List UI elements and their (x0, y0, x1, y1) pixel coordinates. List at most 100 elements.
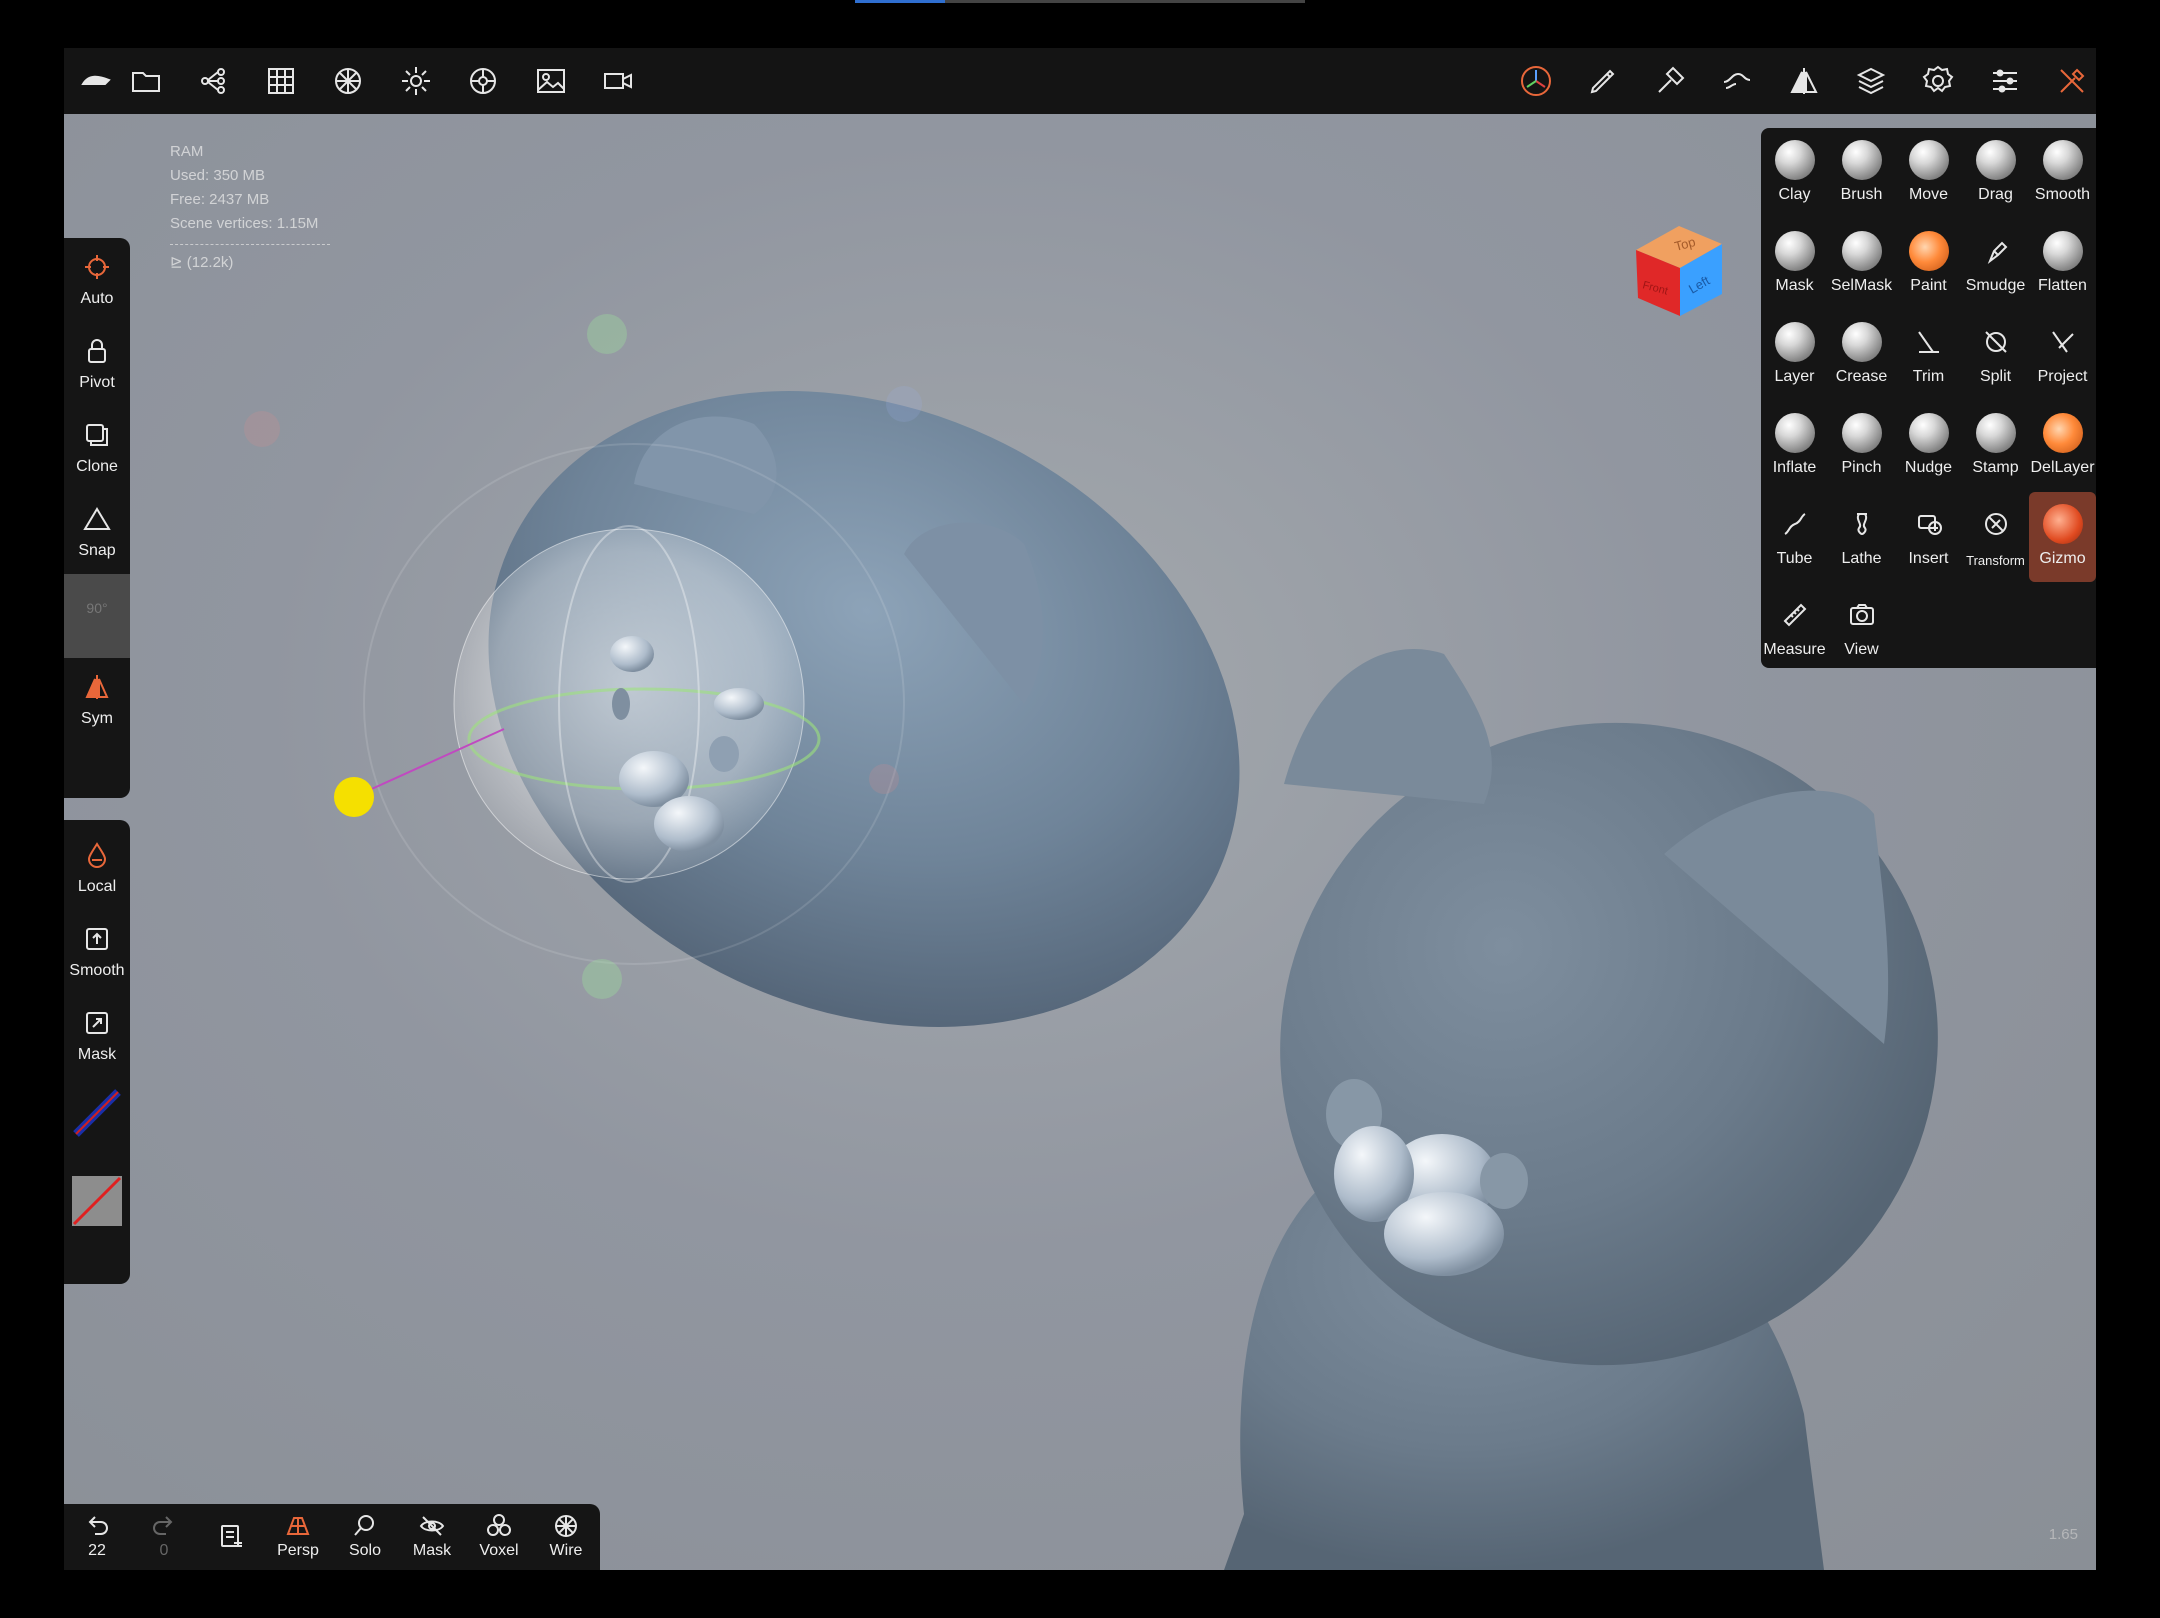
crosshair-icon (85, 255, 109, 279)
brush-label: Tube (1776, 550, 1813, 567)
drop-icon (87, 842, 107, 868)
brush-label: Lathe (1841, 550, 1882, 567)
brush-flatten-button[interactable]: Flatten (2029, 219, 2096, 309)
brush-lathe-button[interactable]: Lathe (1828, 492, 1895, 582)
brush-trim-button[interactable]: Trim (1895, 310, 1962, 400)
brush-label: Stamp (1972, 459, 2019, 476)
local-label: Local (77, 878, 117, 895)
light-handle[interactable] (244, 411, 280, 447)
view-cube[interactable]: Top Left Front (1624, 214, 1734, 324)
material-icon[interactable] (326, 59, 370, 103)
redo-button[interactable]: 0 (131, 1504, 197, 1570)
folder-icon[interactable] (124, 59, 168, 103)
zoom-readout: 1.65 (2048, 1526, 2078, 1543)
grid-icon[interactable] (259, 59, 303, 103)
brush-smooth-button[interactable]: Smooth (2029, 128, 2096, 218)
brush-drag-button[interactable]: Drag (1962, 128, 2029, 218)
triangle-icon (83, 507, 111, 530)
light-handle[interactable] (587, 314, 627, 354)
camera-icon[interactable] (596, 59, 640, 103)
light-handle[interactable] (886, 386, 922, 422)
solo-button[interactable]: Solo (332, 1504, 398, 1570)
auto-button[interactable]: Auto (64, 238, 130, 322)
light-source-handle[interactable] (334, 777, 374, 817)
brush-crease-button[interactable]: Crease (1828, 310, 1895, 400)
clone-label: Clone (76, 458, 118, 475)
symmetry-icon[interactable] (1782, 59, 1826, 103)
brush-label: Project (2037, 368, 2088, 385)
brush-gizmo-button[interactable]: Gizmo (2029, 492, 2096, 582)
app-logo-icon[interactable] (74, 59, 118, 103)
pivot-button[interactable]: Pivot (64, 322, 130, 406)
brush-measure-button[interactable]: Measure (1761, 583, 1828, 673)
voxel-button[interactable]: Voxel (466, 1504, 532, 1570)
brush-clay-button[interactable]: Clay (1761, 128, 1828, 218)
bottom-toolbar: 22 0 Persp Solo Mask Voxel Wire (64, 1504, 600, 1570)
environment-icon[interactable] (461, 59, 505, 103)
brush-smudge-button[interactable]: Smudge (1962, 219, 2029, 309)
sliders-icon[interactable] (1983, 59, 2027, 103)
pen-icon[interactable] (1581, 59, 1625, 103)
brush-brush-button[interactable]: Brush (1828, 128, 1895, 218)
brush-inflate-button[interactable]: Inflate (1761, 401, 1828, 491)
brush-nudge-button[interactable]: Nudge (1895, 401, 1962, 491)
brush-project-button[interactable]: Project (2029, 310, 2096, 400)
mask-visibility-button[interactable]: Mask (399, 1504, 465, 1570)
light-icon[interactable] (394, 59, 438, 103)
brush-stamp-button[interactable]: Stamp (1962, 401, 2029, 491)
light-handle[interactable] (869, 764, 899, 794)
voxel-label: Voxel (479, 1542, 519, 1559)
settings-icon[interactable] (1916, 59, 1960, 103)
persp-label: Persp (277, 1542, 319, 1559)
gizmo-icon[interactable] (1514, 59, 1558, 103)
progress-indicator (855, 0, 945, 3)
brush-layer-button[interactable]: Layer (1761, 310, 1828, 400)
persp-button[interactable]: Persp (265, 1504, 331, 1570)
project-icon (2043, 322, 2083, 362)
brush-tube-button[interactable]: Tube (1761, 492, 1828, 582)
scene-tree-icon[interactable] (192, 59, 236, 103)
brush-pinch-button[interactable]: Pinch (1828, 401, 1895, 491)
brush-move-button[interactable]: Move (1895, 128, 1962, 218)
wire-button[interactable]: Wire (533, 1504, 599, 1570)
search-icon (354, 1515, 374, 1536)
brush-insert-button[interactable]: Insert (1895, 492, 1962, 582)
brush-label: Measure (1763, 641, 1826, 658)
snap-angle-button[interactable]: 90° (64, 574, 130, 658)
light-handle[interactable] (582, 959, 622, 999)
brush-mask-button[interactable]: Mask (1761, 219, 1828, 309)
brush-label: Inflate (1772, 459, 1817, 476)
voxel-icon (487, 1514, 511, 1536)
snap-button[interactable]: Snap (64, 490, 130, 574)
brush-selmask-button[interactable]: SelMask (1828, 219, 1895, 309)
hammer-icon[interactable] (1648, 59, 1692, 103)
mask-button[interactable]: Mask (64, 994, 130, 1078)
layers-icon[interactable] (1849, 59, 1893, 103)
clone-button[interactable]: Clone (64, 406, 130, 490)
smooth-box-icon (86, 928, 108, 950)
brush-label: DelLayer (2030, 459, 2095, 476)
ram-label: RAM (170, 143, 204, 160)
brush-dellayer-button[interactable]: DelLayer (2029, 401, 2096, 491)
sym-label: Sym (81, 710, 113, 727)
smooth-button[interactable]: Smooth (64, 910, 130, 994)
color-swatch-secondary[interactable] (72, 1176, 122, 1226)
sym-button[interactable]: Sym (64, 658, 130, 742)
tools-icon[interactable] (2050, 59, 2094, 103)
dellayer-brush-icon (2042, 413, 2083, 453)
history-button[interactable] (198, 1504, 264, 1570)
color-swatch-primary[interactable] (72, 1088, 122, 1138)
brush-view-button[interactable]: View (1828, 583, 1895, 673)
trim-icon (1909, 322, 1949, 362)
brush-paint-button[interactable]: Paint (1895, 219, 1962, 309)
mask-box-icon (86, 1012, 108, 1034)
undo-button[interactable]: 22 (64, 1504, 130, 1570)
local-button[interactable]: Local (64, 826, 130, 910)
redo-count: 0 (159, 1542, 169, 1559)
measure-icon (1775, 595, 1815, 635)
brush-transform-button[interactable]: Transform (1962, 492, 2029, 582)
brush-split-button[interactable]: Split (1962, 310, 2029, 400)
view-icon (1842, 595, 1882, 635)
brush-stroke-icon[interactable] (1715, 59, 1759, 103)
image-icon[interactable] (529, 59, 573, 103)
